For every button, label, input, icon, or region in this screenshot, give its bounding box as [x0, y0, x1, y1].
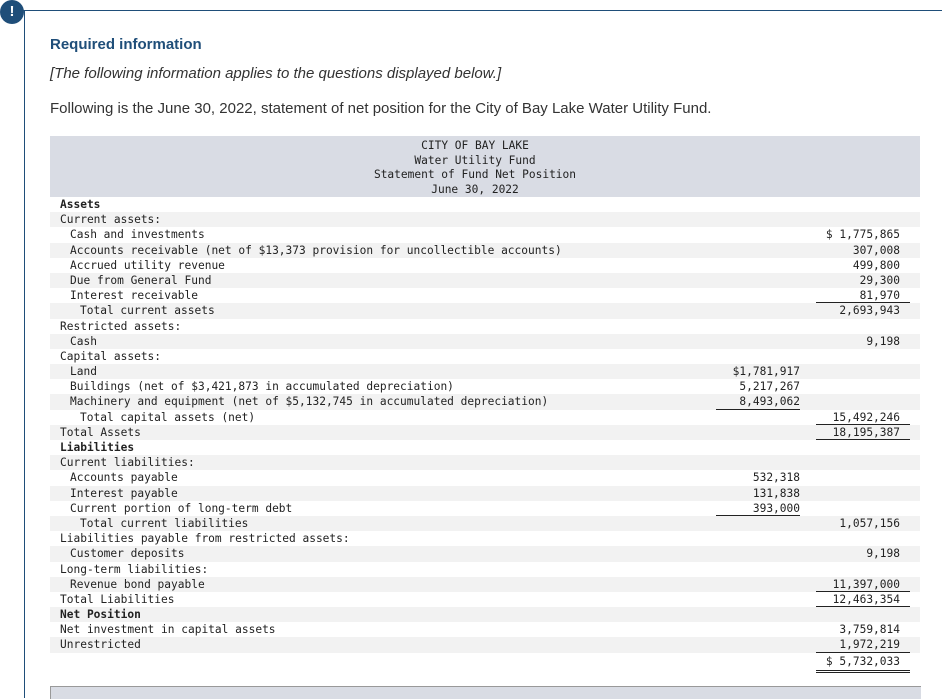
amount-column-2: 81,970 [859, 289, 900, 303]
amount-column-2: 1,972,219 [839, 638, 900, 652]
row-label: Accounts receivable (net of $13,373 prov… [70, 243, 562, 257]
row-label: Due from General Fund [70, 273, 212, 287]
entity-name: CITY OF BAY LAKE [421, 139, 529, 152]
amount-column-1: 131,838 [752, 486, 800, 500]
row-label: Total current assets [80, 304, 215, 318]
amount-column-1: $1,781,917 [732, 365, 800, 379]
row-label: Unrestricted [60, 638, 141, 652]
table-row: Customer deposits 9,198 [50, 546, 920, 562]
amount-column-2: $ 1,775,865 [825, 228, 900, 242]
table-row: Capital assets: [50, 349, 920, 364]
table-row: Total Assets 18,195,387 [50, 424, 920, 440]
row-label: Cash and investments [70, 228, 205, 242]
row-label: Accounts payable [70, 471, 178, 485]
table-row: Machinery and equipment (net of $5,132,7… [50, 394, 920, 410]
table-row: Current assets: [50, 212, 920, 228]
row-label: Total capital assets (net) [80, 410, 256, 424]
row-label: Total current liabilities [80, 516, 249, 530]
total-double-underline [816, 669, 910, 673]
amount-column-2: 307,008 [852, 243, 900, 257]
row-label: Current liabilities: [60, 456, 195, 470]
row-label: Restricted assets: [60, 319, 182, 333]
amount-column-1: 5,217,267 [739, 380, 800, 394]
table-row: Net investment in capital assets 3,759,81… [50, 622, 920, 637]
table-row: Liabilities payable from restricted asse… [50, 531, 920, 546]
statement-header: CITY OF BAY LAKE Water Utility Fund Stat… [50, 136, 920, 197]
statement-of-net-position: CITY OF BAY LAKE Water Utility Fund Stat… [50, 136, 920, 673]
row-label: Current portion of long-term debt [70, 501, 293, 515]
row-label: Buildings (net of $3,421,873 in accumula… [70, 380, 454, 394]
row-label: Assets [60, 198, 101, 211]
table-row: Accrued utility revenue 499,800 [50, 258, 920, 273]
table-row: Liabilities [50, 440, 920, 455]
row-label: Net investment in capital assets [60, 623, 276, 637]
table-row: Land $1,781,917 [50, 364, 920, 380]
panel-left-border [24, 10, 25, 698]
required-information-title: Required information [50, 36, 202, 53]
panel-top-border [12, 10, 942, 11]
amount-column-2: 2,693,943 [839, 304, 900, 318]
table-row: Buildings (net of $3,421,873 in accumula… [50, 379, 920, 394]
table-row: Total current assets 2,693,943 [50, 303, 920, 319]
statement-rows: Assets Current assets: Cash and investment… [50, 197, 920, 673]
table-row: Restricted assets: [50, 319, 920, 334]
statement-footer-bar [50, 686, 921, 699]
row-label: Total Liabilities [60, 592, 175, 606]
amount-column-2: 15,492,246 [832, 410, 900, 424]
intro-text: Following is the June 30, 2022, statemen… [50, 100, 712, 117]
table-row: Revenue bond payable 11,397,000 [50, 576, 920, 592]
amount-column-2: $ 5,732,033 [825, 654, 900, 668]
table-row: Long-term liabilities: [50, 562, 920, 577]
table-row: Unrestricted 1,972,219 [50, 637, 920, 653]
table-row: Assets [50, 197, 920, 212]
amount-column-2: 9,198 [866, 334, 900, 348]
amount-column-2: 499,800 [852, 258, 900, 272]
table-row: Total Liabilities 12,463,354 [50, 592, 920, 608]
table-row: $ 5,732,033 [50, 653, 920, 673]
row-label: Revenue bond payable [70, 577, 205, 591]
row-label: Accrued utility revenue [70, 258, 225, 272]
row-label: Liabilities [60, 441, 135, 454]
amount-column-2: 11,397,000 [832, 577, 900, 591]
row-label: Land [70, 365, 97, 379]
amount-column-2: 12,463,354 [832, 592, 900, 606]
amount-column-2: 18,195,387 [832, 425, 900, 439]
row-label: Customer deposits [70, 547, 185, 561]
row-label: Liabilities payable from restricted asse… [60, 532, 350, 546]
amount-column-2: 29,300 [859, 273, 900, 287]
row-label: Net Position [60, 608, 141, 622]
table-row: Current liabilities: [50, 455, 920, 471]
alert-icon: ! [0, 0, 24, 24]
amount-column-2: 9,198 [866, 547, 900, 561]
amount-column-1: 8,493,062 [739, 395, 800, 409]
table-row: Interest receivable 81,970 [50, 288, 920, 304]
statement-title: Statement of Fund Net Position [373, 168, 577, 182]
table-row: Interest payable 131,838 [50, 485, 920, 501]
row-label: Machinery and equipment (net of $5,132,7… [70, 395, 549, 409]
amount-column-1: 393,000 [752, 501, 800, 515]
table-row: Accounts receivable (net of $13,373 prov… [50, 242, 920, 258]
row-label: Total Assets [60, 425, 141, 439]
applies-note: [The following information applies to th… [50, 65, 502, 82]
row-label: Current assets: [60, 213, 162, 227]
statement-date: June 30, 2022 [431, 182, 519, 196]
table-row: Current portion of long-term debt 393,000 [50, 501, 920, 516]
amount-column-2: 3,759,814 [839, 623, 900, 637]
fund-name: Water Utility Fund [414, 153, 536, 167]
table-row: Cash 9,198 [50, 333, 920, 349]
table-row: Due from General Fund 29,300 [50, 272, 920, 289]
row-label: Cash [70, 334, 97, 348]
row-label: Interest receivable [70, 289, 198, 303]
amount-column-1: 532,318 [752, 471, 800, 485]
table-row: Total current liabilities 1,057,156 [50, 515, 920, 532]
amount-column-2: 1,057,156 [839, 516, 900, 530]
table-row: Total capital assets (net) 15,492,246 [50, 410, 920, 425]
table-row: Net Position [50, 607, 920, 623]
table-row: Cash and investments $ 1,775,865 [50, 227, 920, 242]
row-label: Interest payable [70, 486, 178, 500]
row-label: Long-term liabilities: [60, 562, 209, 576]
table-row: Accounts payable 532,318 [50, 470, 920, 485]
row-label: Capital assets: [60, 349, 162, 363]
